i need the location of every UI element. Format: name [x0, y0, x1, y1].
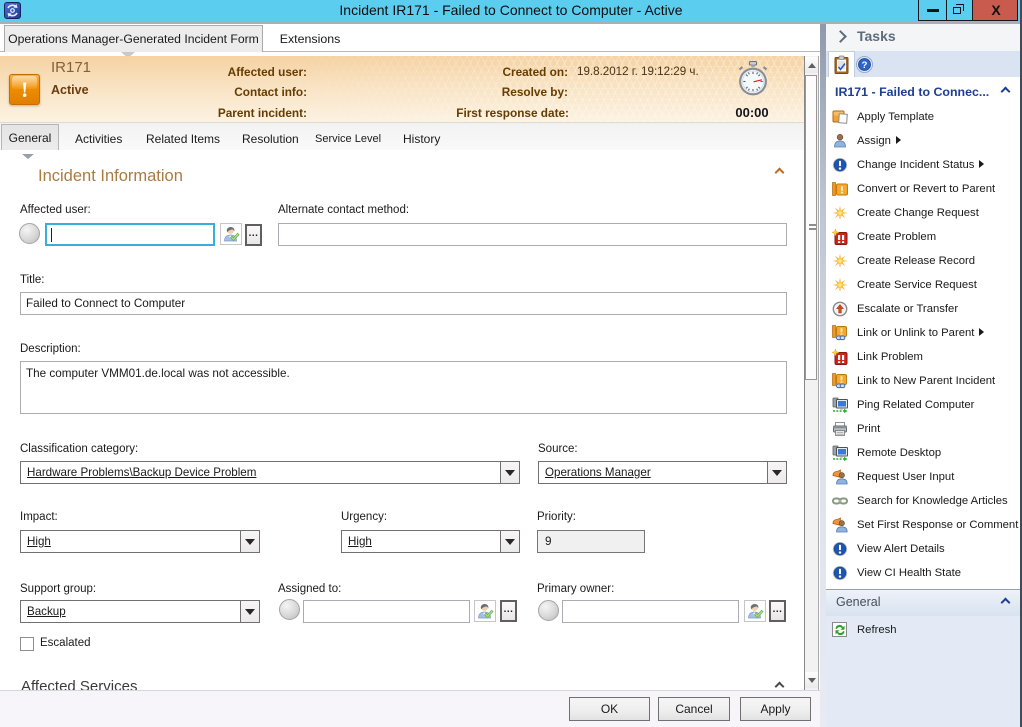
- svg-text:?: ?: [862, 60, 868, 71]
